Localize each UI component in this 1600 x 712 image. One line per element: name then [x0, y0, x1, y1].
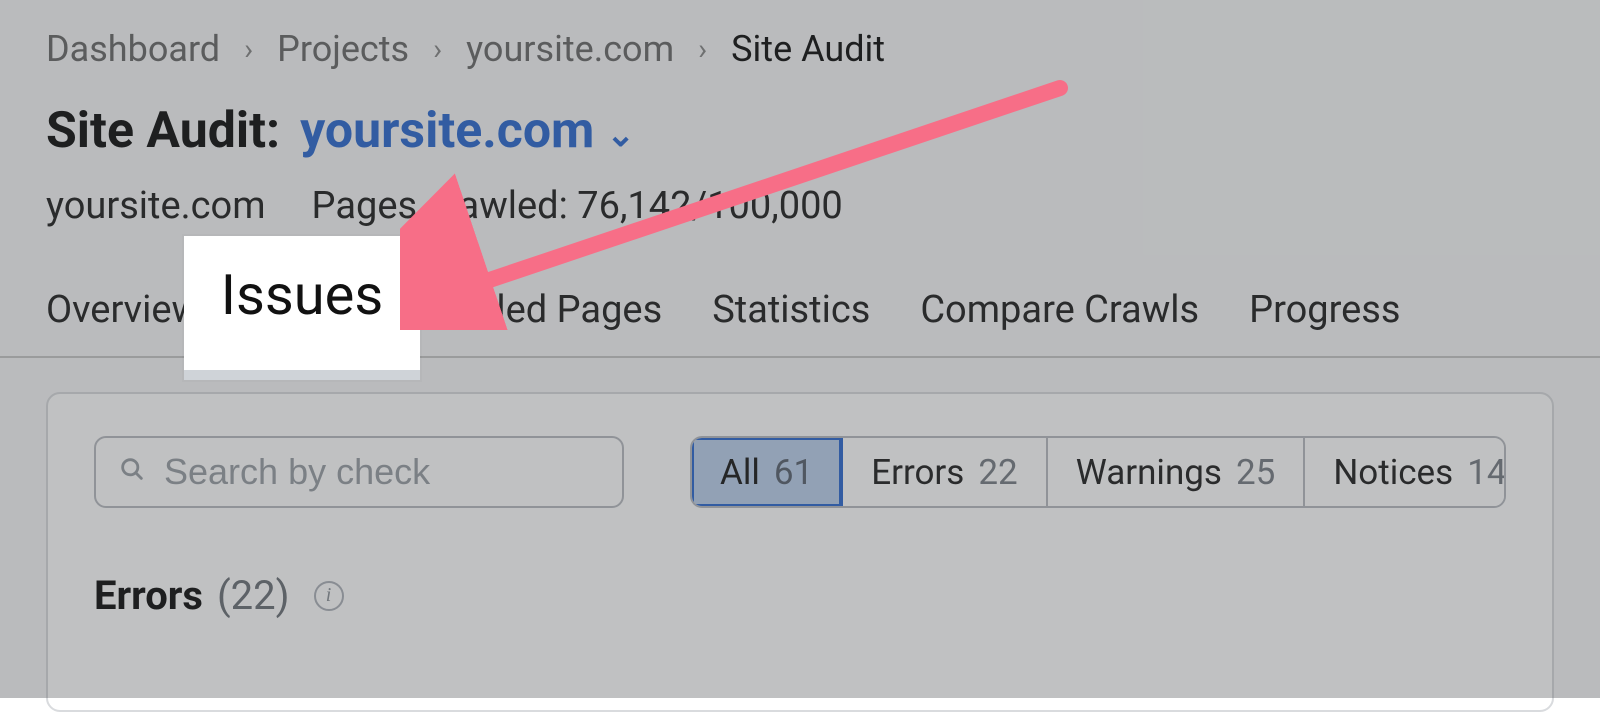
pages-crawled-label: Pages crawled: — [312, 184, 568, 228]
search-input-wrap[interactable] — [94, 436, 624, 508]
tab-issues-highlight[interactable]: Issues — [184, 236, 420, 380]
chevron-right-icon: › — [698, 32, 707, 67]
breadcrumb-site[interactable]: yoursite.com — [466, 28, 674, 70]
breadcrumb-current: Site Audit — [731, 28, 885, 70]
tab-progress[interactable]: Progress — [1249, 288, 1400, 356]
search-input[interactable] — [164, 451, 629, 493]
breadcrumb: Dashboard › Projects › yoursite.com › Si… — [0, 0, 1600, 70]
errors-section-header: Errors (22) i — [94, 572, 1506, 619]
chevron-down-icon: ⌄ — [606, 115, 635, 155]
filter-label: Errors — [871, 452, 964, 493]
filter-warnings[interactable]: Warnings 25 — [1048, 438, 1306, 506]
page-title-row: Site Audit: yoursite.com ⌄ — [0, 70, 1600, 160]
filter-count: 25 — [1236, 452, 1275, 493]
tab-compare-crawls[interactable]: Compare Crawls — [920, 288, 1199, 356]
pages-crawled: Pages crawled: 76,142/100,000 — [312, 184, 843, 228]
page-root: Dashboard › Projects › yoursite.com › Si… — [0, 0, 1600, 698]
page-title: Site Audit: — [46, 102, 280, 160]
tab-overview[interactable]: Overview — [46, 288, 200, 356]
errors-count: (22) — [217, 572, 290, 619]
project-selector[interactable]: yoursite.com ⌄ — [300, 102, 635, 160]
errors-label: Errors — [94, 572, 203, 619]
filter-count: 22 — [978, 452, 1017, 493]
meta-row: yoursite.com Pages crawled: 76,142/100,0… — [0, 160, 1600, 228]
issues-toolbar: All 61 Errors 22 Warnings 25 Notices 14 — [94, 436, 1506, 508]
pages-crawled-value: 76,142/100,000 — [577, 184, 843, 228]
tab-issues-label: Issues — [221, 262, 384, 328]
filter-count: 14 — [1467, 452, 1506, 493]
issues-panel: All 61 Errors 22 Warnings 25 Notices 14 … — [46, 392, 1554, 712]
chevron-right-icon: › — [433, 32, 442, 67]
filter-label: Notices — [1333, 452, 1453, 493]
search-icon — [118, 452, 146, 492]
audited-domain: yoursite.com — [46, 184, 266, 228]
filter-label: All — [720, 452, 760, 493]
chevron-right-icon: › — [244, 32, 253, 67]
project-name: yoursite.com — [300, 102, 594, 160]
filter-segment: All 61 Errors 22 Warnings 25 Notices 14 — [690, 436, 1506, 508]
filter-errors[interactable]: Errors 22 — [843, 438, 1048, 506]
breadcrumb-projects[interactable]: Projects — [277, 28, 409, 70]
filter-all[interactable]: All 61 — [692, 438, 843, 506]
tab-crawled-pages[interactable]: Crawled Pages — [410, 288, 662, 356]
info-icon[interactable]: i — [314, 581, 344, 611]
filter-count: 61 — [774, 452, 813, 493]
tab-statistics[interactable]: Statistics — [712, 288, 870, 356]
filter-label: Warnings — [1076, 452, 1222, 493]
breadcrumb-dashboard[interactable]: Dashboard — [46, 28, 220, 70]
filter-notices[interactable]: Notices 14 — [1305, 438, 1506, 506]
